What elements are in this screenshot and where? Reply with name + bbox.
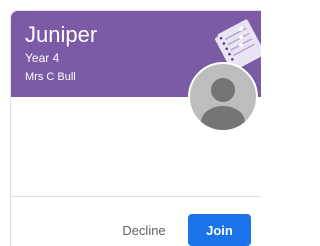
teacher-name: Mrs C Bull: [25, 71, 76, 83]
class-card: Juniper Year 4 Mrs C Bull Decline Join: [10, 10, 261, 246]
class-name[interactable]: Juniper: [25, 24, 97, 46]
join-button[interactable]: Join: [188, 214, 251, 246]
teacher-avatar: [188, 62, 258, 132]
class-section: Year 4: [25, 51, 60, 65]
more-options-button[interactable]: [235, 25, 247, 49]
decline-button[interactable]: Decline: [112, 214, 176, 246]
more-vert-icon-dot: [239, 35, 243, 39]
more-vert-icon-dot: [239, 43, 243, 47]
card-footer-divider: [11, 196, 261, 197]
person-avatar-icon: [201, 78, 245, 130]
more-vert-icon: [239, 27, 243, 31]
